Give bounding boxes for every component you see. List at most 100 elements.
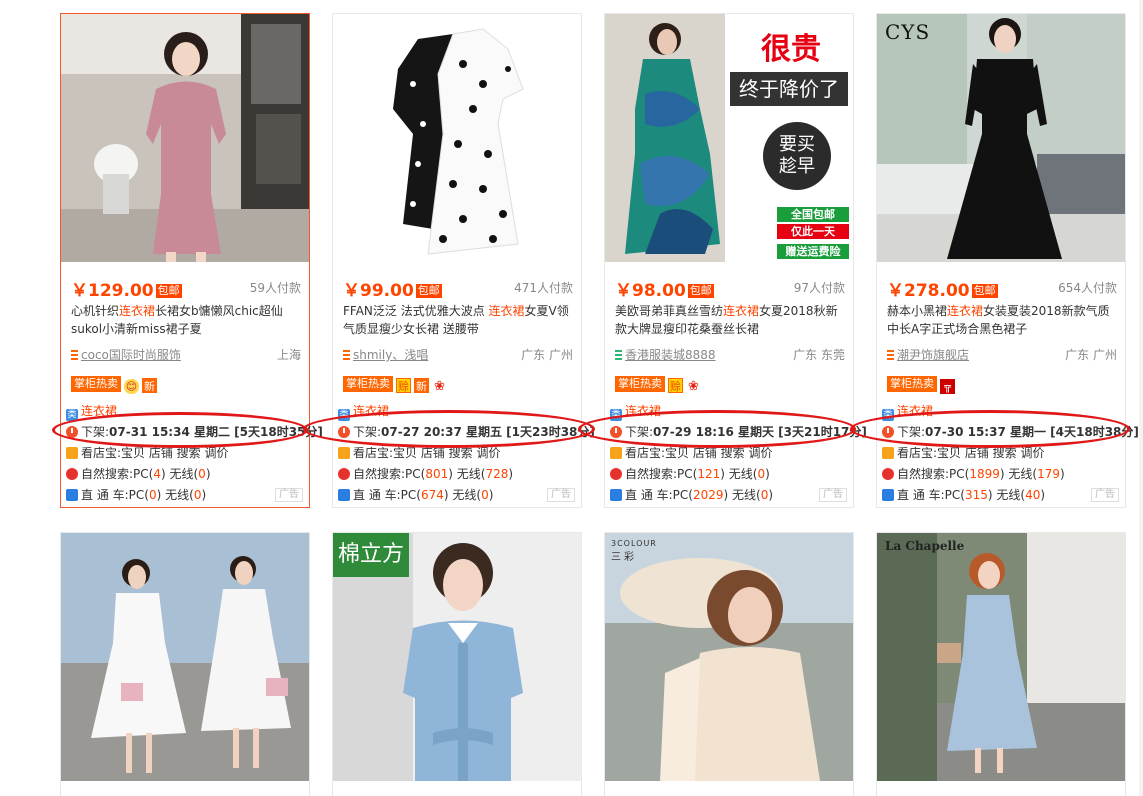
title-text[interactable]: 美欧哥弟菲真丝雪纺 <box>615 304 723 318</box>
credit-icon: 赊 <box>396 378 411 393</box>
shop-view-links[interactable]: 看店宝:宝贝 店铺 搜索 调价 <box>897 446 1045 460</box>
direct-mid: ) 无线( <box>156 488 194 502</box>
product-card[interactable]: La Chapelle <box>876 532 1126 796</box>
natural-search-label: 自然搜索:PC( <box>625 467 698 481</box>
shop-link[interactable]: 潮尹饰旗舰店 <box>897 348 969 362</box>
product-image[interactable]: 棉立方 <box>333 533 581 781</box>
shop-location: 广东 东莞 <box>793 348 845 362</box>
shop-view-icon <box>338 447 350 459</box>
product-card[interactable]: 很贵 终于降价了 要买 趁早 全国包邮 仅此一天 赠送运费险 ￥98.00 包邮 … <box>604 13 867 508</box>
tags-row: 掌柜热卖赊新 ❀ <box>343 374 447 394</box>
shop-view-links[interactable]: 看店宝:宝贝 店铺 搜索 调价 <box>353 446 501 460</box>
category-link[interactable]: 连衣裙 <box>897 404 933 418</box>
title-keyword[interactable]: 连衣裙 <box>947 304 983 318</box>
flower-icon: ❀ <box>434 379 445 394</box>
ad-badge: 广告 <box>547 488 575 502</box>
shop-view-row[interactable]: 看店宝:宝贝 店铺 搜索 调价 <box>610 444 850 462</box>
shop-view-row[interactable]: 看店宝:宝贝 店铺 搜索 调价 <box>338 444 578 462</box>
price: ￥129.00 <box>71 281 154 301</box>
product-title[interactable]: FFAN泛泛 法式优雅大波点 连衣裙女夏V领气质显瘦少女长裙 送腰带 <box>343 302 575 338</box>
shop-icon <box>71 350 78 360</box>
shop-link[interactable]: shmily、浅唱 <box>353 348 428 362</box>
product-image[interactable]: 3COLOUR 三 彩 <box>605 533 853 781</box>
title-keyword[interactable]: 连衣裙 <box>723 304 759 318</box>
direct-label: 直 通 车:PC( <box>625 488 693 502</box>
product-title[interactable]: 赫本小黑裙连衣裙女装夏装2018新款气质中长A字正式场合黑色裙子 <box>887 302 1119 338</box>
product-image[interactable] <box>61 14 309 262</box>
offline-label: 下架: <box>897 425 926 439</box>
offline-date: 07-29 18:16 星期天 [3天21时17分] <box>653 425 867 439</box>
ad-badge: 广告 <box>819 488 847 502</box>
ad-badge: 广告 <box>275 488 303 502</box>
product-image[interactable]: La Chapelle <box>877 533 1125 781</box>
product-image[interactable]: 很贵 终于降价了 要买 趁早 全国包邮 仅此一天 赠送运费险 <box>605 14 853 262</box>
offline-time-row: 下架:07-30 15:37 星期一 [4天18时38分] <box>882 423 1139 441</box>
category-row: 类连衣裙 <box>610 402 850 421</box>
tags-row: 掌柜热卖 ╦ <box>887 374 955 394</box>
new-icon: 新 <box>142 378 157 393</box>
shop-location: 广东 广州 <box>1065 348 1117 362</box>
title-keyword[interactable]: 连衣裙 <box>489 304 525 318</box>
shop-view-links[interactable]: 看店宝:宝贝 店铺 搜索 调价 <box>81 446 229 460</box>
natural-search-label: 自然搜索:PC( <box>353 467 426 481</box>
natural-search-row: 自然搜索:PC(4) 无线(0) <box>66 465 306 483</box>
scrollbar[interactable] <box>1139 0 1143 796</box>
brand-logo: CYS <box>885 20 931 44</box>
product-card[interactable]: CYS ￥278.00 包邮 654人付款 赫本小黑裙连衣裙女装夏装2018新款气… <box>876 13 1139 508</box>
free-shipping-badge: 包邮 <box>155 284 182 298</box>
buyers-count: 654人付款 <box>1058 281 1117 295</box>
promo-big-text: 很贵 <box>761 32 821 67</box>
title-text[interactable]: 心机针织 <box>71 304 119 318</box>
product-title[interactable]: 心机针织连衣裙长裙女b慵懒风chic超仙sukol小清新miss裙子夏 <box>71 302 303 338</box>
product-image[interactable]: CYS <box>877 14 1125 262</box>
shop-view-row[interactable]: 看店宝:宝贝 店铺 搜索 调价 <box>882 444 1122 462</box>
product-title[interactable]: 美欧哥弟菲真丝雪纺连衣裙女夏2018秋新款大牌显瘦印花桑蚕丝长裙 <box>615 302 847 338</box>
direct-pc-count: 315 <box>964 488 988 502</box>
product-card[interactable]: 棉立方 <box>332 532 582 796</box>
product-image[interactable] <box>61 533 309 781</box>
title-keyword[interactable]: 连衣裙 <box>119 304 155 318</box>
shop-view-row[interactable]: 看店宝:宝贝 店铺 搜索 调价 <box>66 444 306 462</box>
promo-green-2: 仅此一天 <box>777 224 849 239</box>
direct-end: ) <box>201 488 207 502</box>
offline-label: 下架: <box>81 425 110 439</box>
product-card[interactable] <box>60 532 310 796</box>
natural-wireless-count: 179 <box>1037 467 1060 481</box>
offline-label: 下架: <box>353 425 382 439</box>
natural-wireless-count: 0 <box>198 467 206 481</box>
direct-wireless-count: 40 <box>1025 488 1041 502</box>
product-card[interactable]: ￥99.00 包邮 471人付款 FFAN泛泛 法式优雅大波点 连衣裙女夏V领气质… <box>332 13 595 508</box>
shop-location: 上海 <box>276 348 301 362</box>
category-icon: 类 <box>882 409 894 421</box>
price: ￥278.00 <box>887 281 970 301</box>
natural-end: ) <box>205 467 211 481</box>
natural-mid: ) 无线( <box>720 467 758 481</box>
category-link[interactable]: 连衣裙 <box>81 404 117 418</box>
shop-view-links[interactable]: 看店宝:宝贝 店铺 搜索 调价 <box>625 446 773 460</box>
natural-wireless-count: 728 <box>485 467 509 481</box>
brand-logo: 3COLOUR 三 彩 <box>611 539 657 563</box>
offline-label: 下架: <box>625 425 654 439</box>
natural-search-row: 自然搜索:PC(121) 无线(0) <box>610 465 850 483</box>
promo-bubble-line2: 趁早 <box>779 156 815 177</box>
shop-link[interactable]: coco国际时尚服饰 <box>81 348 181 362</box>
buyers-count: 97人付款 <box>793 281 845 295</box>
product-card[interactable]: 3COLOUR 三 彩 <box>604 532 854 796</box>
shop-link[interactable]: 香港服装城8888 <box>625 348 716 362</box>
tags-row: 掌柜热卖赊 ❀ <box>615 374 701 394</box>
free-shipping-badge: 包邮 <box>971 284 998 298</box>
category-link[interactable]: 连衣裙 <box>625 404 661 418</box>
natural-search-icon <box>610 468 622 480</box>
natural-search-label: 自然搜索:PC( <box>81 467 154 481</box>
car-icon <box>66 489 78 501</box>
category-row: 类连衣裙 <box>882 402 1122 421</box>
direct-label: 直 通 车:PC( <box>353 488 421 502</box>
promo-bubble: 要买 趁早 <box>763 122 831 190</box>
product-image[interactable] <box>333 14 581 262</box>
category-link[interactable]: 连衣裙 <box>353 404 389 418</box>
title-text[interactable]: 赫本小黑裙 <box>887 304 947 318</box>
offline-time-row: 下架:07-31 15:34 星期二 [5天18时35分] <box>66 423 323 441</box>
product-card[interactable]: ￥129.00 包邮 59人付款 心机针织连衣裙长裙女b慵懒风chic超仙suko… <box>60 13 323 508</box>
category-icon: 类 <box>610 409 622 421</box>
title-text[interactable]: FFAN泛泛 法式优雅大波点 <box>343 304 489 318</box>
